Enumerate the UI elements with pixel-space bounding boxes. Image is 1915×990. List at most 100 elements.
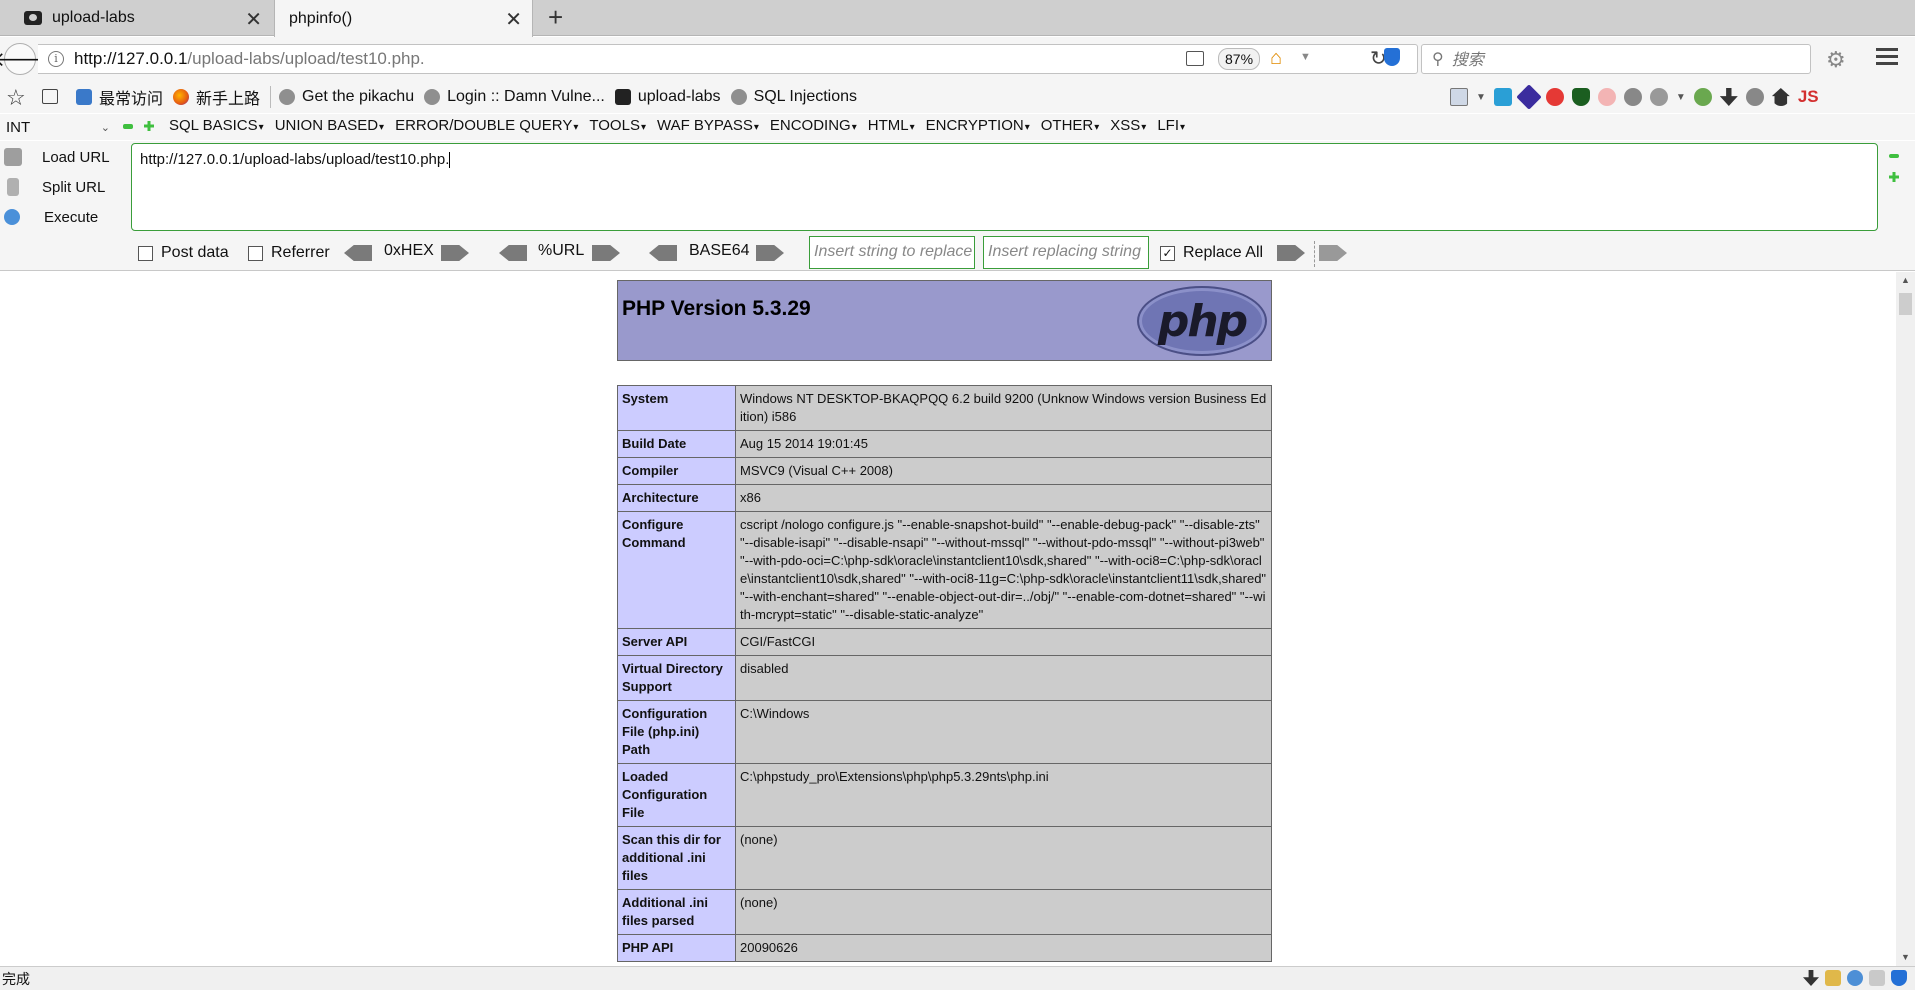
base64-decode-arrow[interactable] (649, 245, 677, 261)
checkbox[interactable]: ✓ (1160, 245, 1175, 261)
checkbox[interactable] (138, 245, 153, 261)
hackbar-menu-items: SQL BASICS UNION BASED ERROR/DOUBLE QUER… (169, 117, 1185, 134)
menu-other[interactable]: OTHER (1041, 117, 1100, 134)
globe-icon (279, 89, 296, 105)
shield-icon[interactable] (1571, 88, 1590, 106)
menu-encryption[interactable]: ENCRYPTION (926, 117, 1030, 134)
js-toggle-icon[interactable]: JS (1798, 87, 1819, 107)
site-info-icon[interactable]: i (48, 51, 64, 67)
menu-encoding[interactable]: ENCODING (770, 117, 857, 134)
search-input[interactable] (1451, 49, 1792, 69)
bookmark-getting-started[interactable]: 新手上路 (173, 85, 260, 109)
menu-xss[interactable]: XSS (1110, 117, 1146, 134)
execute-button[interactable]: Execute (4, 204, 126, 230)
bookmark-sql-injections[interactable]: SQL Injections (730, 88, 857, 106)
row-key: Compiler (617, 457, 736, 485)
type-select[interactable]: INT ⌄ (6, 116, 114, 138)
scroll-up-icon[interactable]: ▲ (1901, 275, 1910, 285)
menu-lfi[interactable]: LFI (1157, 117, 1185, 134)
bookmark-pikachu[interactable]: Get the pikachu (279, 88, 414, 106)
base64-encode-arrow[interactable] (756, 245, 784, 261)
pr-icon[interactable] (1869, 970, 1885, 986)
bookmarks-list-icon[interactable] (42, 89, 58, 104)
replace-all-checkbox[interactable]: ✓ Replace All (1160, 244, 1263, 262)
url-encode-arrow[interactable] (592, 245, 620, 261)
minus-icon[interactable] (123, 124, 133, 129)
palette-icon[interactable] (1649, 88, 1668, 106)
chevron-down-icon[interactable]: ▼ (1300, 51, 1311, 63)
hackbar-panel: Load URL Split URL Execute http://127.0.… (0, 141, 1915, 235)
home-icon[interactable] (1771, 88, 1790, 106)
url-decode-arrow[interactable] (499, 245, 527, 261)
table-row: Compiler MSVC9 (Visual C++ 2008) (617, 457, 1272, 485)
pocket-icon[interactable] (1384, 48, 1400, 66)
download-icon[interactable] (1803, 970, 1819, 986)
row-value: 20090626 (735, 934, 1272, 962)
plus-icon[interactable] (1889, 172, 1899, 182)
home-icon[interactable]: ⌂ (1270, 47, 1282, 70)
note-icon[interactable] (1825, 970, 1841, 986)
zoom-level[interactable]: 87% (1218, 48, 1261, 70)
checkbox[interactable] (248, 245, 263, 261)
star-icon[interactable]: ☆ (6, 85, 26, 111)
wappalyzer-icon[interactable] (1493, 88, 1512, 106)
table-row: Virtual Directory Support disabled (617, 655, 1272, 701)
replace-arrow[interactable] (1277, 245, 1305, 261)
close-tab-icon[interactable]: ✕ (245, 7, 262, 32)
post-data-checkbox[interactable]: Post data (138, 244, 229, 262)
chevron-down-icon[interactable]: ▼ (1676, 92, 1686, 103)
replace-next-arrow[interactable] (1319, 245, 1347, 261)
close-tab-icon[interactable]: ✕ (505, 7, 522, 32)
site-icon (614, 89, 631, 105)
adblock-icon[interactable] (1545, 88, 1564, 106)
back-button[interactable]: 🡐 (0, 43, 47, 75)
php-logo: php (1137, 286, 1267, 356)
referrer-checkbox[interactable]: Referrer (248, 244, 330, 262)
scroll-down-icon[interactable]: ▼ (1901, 952, 1910, 962)
bookmark-dvwa[interactable]: Login :: Damn Vulne... (424, 88, 605, 106)
url-bar[interactable]: i http://127.0.0.1/upload-labs/upload/te… (38, 44, 1418, 74)
bookmark-upload-labs[interactable]: upload-labs (614, 88, 721, 106)
reader-view-icon[interactable] (1186, 51, 1204, 66)
proxy-icon[interactable] (1623, 88, 1642, 106)
hackbar-options: Post data Referrer 0xHEX %URL BASE64 Ins… (0, 235, 1915, 271)
foxyproxy-icon[interactable] (1693, 88, 1712, 106)
replace-from-input[interactable]: Insert string to replace (809, 236, 975, 269)
tab-upload-labs[interactable]: upload-labs ✕ (0, 0, 272, 36)
gear-icon[interactable]: ⚙ (1826, 47, 1846, 73)
menu-union-based[interactable]: UNION BASED (275, 117, 384, 134)
extension-toolbar: ▼ ▼ JS (1450, 84, 1819, 110)
url-textarea[interactable]: http://127.0.0.1/upload-labs/upload/test… (131, 143, 1878, 231)
scroll-thumb[interactable] (1899, 293, 1912, 315)
search-box[interactable]: ⚲ (1421, 44, 1811, 74)
globe-icon[interactable] (1745, 88, 1764, 106)
hex-encode-arrow[interactable] (441, 245, 469, 261)
hex-decode-arrow[interactable] (344, 245, 372, 261)
menu-sql-basics[interactable]: SQL BASICS (169, 117, 264, 134)
globe-icon[interactable] (1847, 970, 1863, 986)
url-text[interactable]: http://127.0.0.1/upload-labs/upload/test… (74, 49, 425, 69)
row-key: Scan this dir for additional .ini files (617, 826, 736, 890)
replace-to-input[interactable]: Insert replacing string (983, 236, 1149, 269)
tab-phpinfo[interactable]: phpinfo() ✕ (274, 0, 533, 37)
bookmark-frequent[interactable]: 最常访问 (76, 85, 163, 109)
table-row: PHP API 20090626 (617, 934, 1272, 962)
chevron-down-icon: ⌄ (100, 121, 110, 134)
menu-tools[interactable]: TOOLS (589, 117, 646, 134)
load-url-button[interactable]: Load URL (4, 144, 126, 170)
menu-icon[interactable] (1876, 48, 1898, 68)
page-icon[interactable] (1450, 88, 1468, 106)
pocket-icon[interactable] (1891, 970, 1907, 986)
new-tab-button[interactable]: + (548, 2, 563, 33)
menu-html[interactable]: HTML (868, 117, 915, 134)
menu-error-double-query[interactable]: ERROR/DOUBLE QUERY (395, 117, 578, 134)
download-icon[interactable] (1719, 88, 1738, 106)
hackbar-icon[interactable] (1516, 84, 1542, 110)
chevron-down-icon[interactable]: ▼ (1476, 92, 1486, 103)
search-tool-icon[interactable] (1597, 88, 1616, 106)
plus-icon[interactable] (144, 121, 154, 131)
scrollbar[interactable]: ▲ ▼ (1896, 272, 1915, 966)
split-url-button[interactable]: Split URL (4, 174, 126, 200)
minus-icon[interactable] (1889, 154, 1899, 158)
menu-waf-bypass[interactable]: WAF BYPASS (657, 117, 759, 134)
